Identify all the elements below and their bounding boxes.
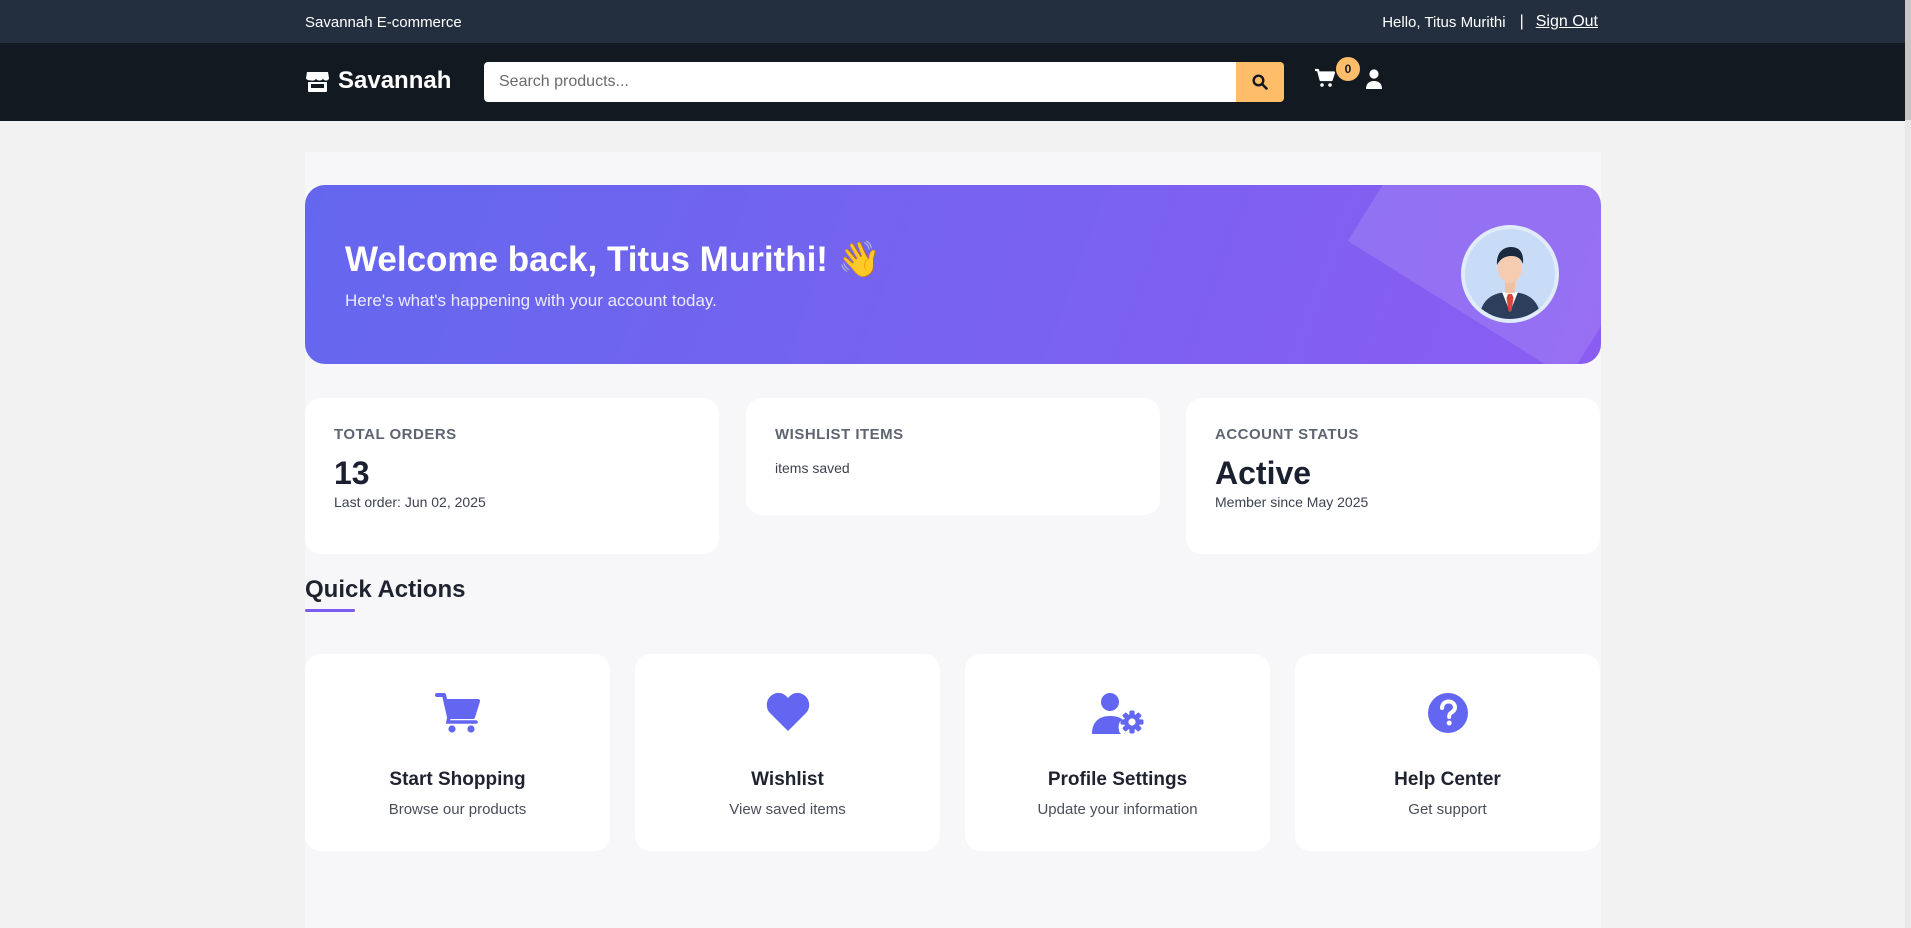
page-scrollbar[interactable] [1905, 0, 1911, 928]
account-greeting-area: Hello, Titus Murithi | Sign Out [1382, 13, 1598, 31]
card-description: Get support [1408, 801, 1487, 818]
question-icon [1427, 693, 1468, 733]
quick-actions-heading: Quick Actions [305, 576, 466, 603]
logo[interactable]: Savannah [305, 67, 451, 95]
help-center-card[interactable]: Help Center Get support [1295, 654, 1600, 851]
account-button[interactable] [1365, 69, 1383, 94]
main-navbar: Savannah 0 [0, 43, 1905, 121]
avatar [1461, 225, 1559, 323]
stat-subtext: items saved [775, 460, 850, 476]
search-input[interactable] [484, 62, 1236, 102]
stat-label: ACCOUNT STATUS [1215, 426, 1359, 443]
wishlist-card[interactable]: Wishlist View saved items [635, 654, 940, 851]
stat-subtext: Last order: Jun 02, 2025 [334, 494, 486, 510]
businessman-avatar-icon [1465, 229, 1555, 319]
stat-label: WISHLIST ITEMS [775, 426, 904, 443]
search-button[interactable] [1236, 62, 1284, 102]
card-title: Start Shopping [389, 769, 526, 790]
stat-subtext: Member since May 2025 [1215, 494, 1369, 510]
stat-value: Active [1215, 455, 1312, 491]
sign-out-link[interactable]: Sign Out [1536, 13, 1598, 31]
welcome-title: Welcome back, Titus Murithi! 👋 [345, 240, 882, 279]
cart-icon [1315, 68, 1336, 87]
search-bar [484, 62, 1284, 102]
separator: | [1519, 13, 1524, 30]
welcome-subtitle: Here's what's happening with your accoun… [345, 291, 717, 310]
search-icon [1252, 74, 1268, 90]
welcome-banner: Welcome back, Titus Murithi! 👋 Here's wh… [305, 185, 1601, 364]
card-description: View saved items [729, 801, 846, 818]
heading-underline [305, 609, 355, 612]
card-description: Browse our products [388, 801, 527, 818]
account-status-card: ACCOUNT STATUS Active Member since May 2… [1186, 398, 1600, 554]
total-orders-card: TOTAL ORDERS 13 Last order: Jun 02, 2025 [305, 398, 719, 554]
stat-value: 13 [334, 455, 370, 491]
start-shopping-card[interactable]: Start Shopping Browse our products [305, 654, 610, 851]
greeting-text: Hello, Titus Murithi [1382, 13, 1506, 31]
stat-label: TOTAL ORDERS [334, 426, 457, 443]
wishlist-items-card: WISHLIST ITEMS items saved [746, 398, 1160, 515]
scrollbar-thumb[interactable] [1905, 0, 1911, 120]
card-title: Profile Settings [1047, 769, 1188, 790]
profile-settings-card[interactable]: Profile Settings Update your information [965, 654, 1270, 851]
heart-icon [766, 692, 809, 731]
cart-count-badge: 0 [1336, 57, 1360, 81]
logo-text: Savannah [338, 67, 452, 94]
site-name: Savannah E-commerce [305, 14, 462, 31]
card-title: Help Center [1394, 769, 1501, 790]
card-title: Wishlist [751, 769, 824, 790]
top-strip: Savannah E-commerce Hello, Titus Murithi… [0, 0, 1905, 43]
store-icon [306, 72, 329, 92]
dashboard-content: Welcome back, Titus Murithi! 👋 Here's wh… [305, 152, 1601, 928]
user-cog-icon [1091, 693, 1143, 734]
card-description: Update your information [1037, 801, 1198, 818]
user-icon [1366, 69, 1382, 89]
cart-icon [434, 693, 480, 733]
